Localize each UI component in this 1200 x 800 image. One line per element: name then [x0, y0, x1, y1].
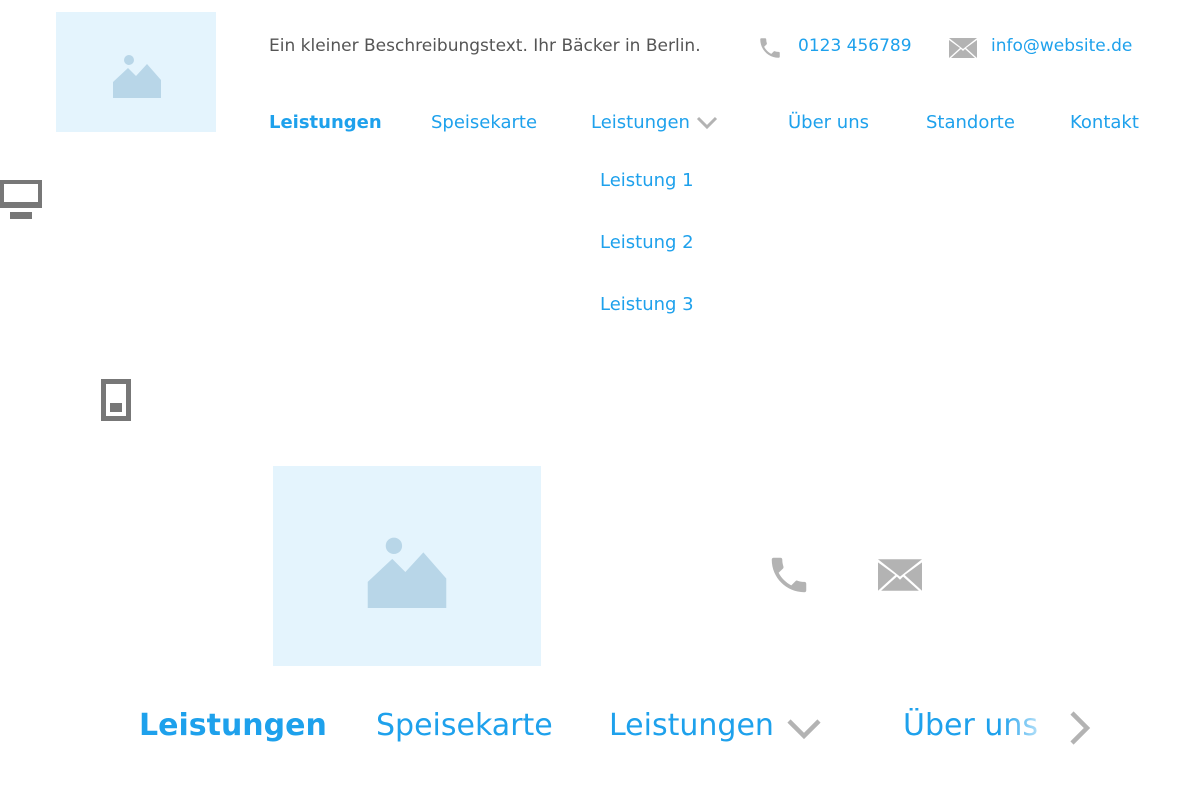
dropdown-item-leistung-2[interactable]: Leistung 2	[600, 232, 694, 253]
mobile-nav-item-leistungen[interactable]: Leistungen	[139, 708, 327, 743]
header-phone-link[interactable]: 0123 456789	[798, 36, 912, 56]
nav-item-ueber-uns[interactable]: Über uns	[788, 112, 869, 133]
logo-placeholder[interactable]	[56, 12, 216, 132]
nav-item-standorte[interactable]: Standorte	[926, 112, 1015, 133]
image-placeholder-icon	[113, 55, 161, 98]
phone-icon	[760, 38, 780, 58]
phone-icon[interactable]	[766, 552, 812, 598]
mobile-nav-item-leistungen-dropdown[interactable]: Leistungen	[609, 708, 774, 743]
mail-icon	[949, 38, 977, 58]
header-email-link[interactable]: info@website.de	[991, 36, 1132, 56]
nav-item-speisekarte[interactable]: Speisekarte	[431, 112, 537, 133]
mobile-nav-item-ueber-uns[interactable]: Über uns	[903, 708, 1043, 743]
nav-item-leistungen[interactable]: Leistungen	[269, 112, 382, 133]
header-description: Ein kleiner Beschreibungstext. Ihr Bäcke…	[269, 36, 701, 56]
chevron-right-icon[interactable]	[1068, 710, 1092, 746]
nav-item-leistungen-dropdown[interactable]: Leistungen	[591, 112, 690, 133]
mobile-icon[interactable]	[101, 379, 131, 421]
mail-icon[interactable]	[878, 558, 922, 592]
chevron-down-icon[interactable]	[696, 116, 718, 130]
image-placeholder-icon	[367, 537, 447, 608]
chevron-down-icon[interactable]	[786, 718, 822, 740]
desktop-icon[interactable]	[0, 180, 42, 220]
dropdown-item-leistung-3[interactable]: Leistung 3	[600, 294, 694, 315]
mobile-nav-item-speisekarte[interactable]: Speisekarte	[376, 708, 553, 743]
mobile-logo-placeholder[interactable]	[273, 466, 541, 666]
nav-item-kontakt[interactable]: Kontakt	[1070, 112, 1139, 133]
dropdown-item-leistung-1[interactable]: Leistung 1	[600, 170, 694, 191]
